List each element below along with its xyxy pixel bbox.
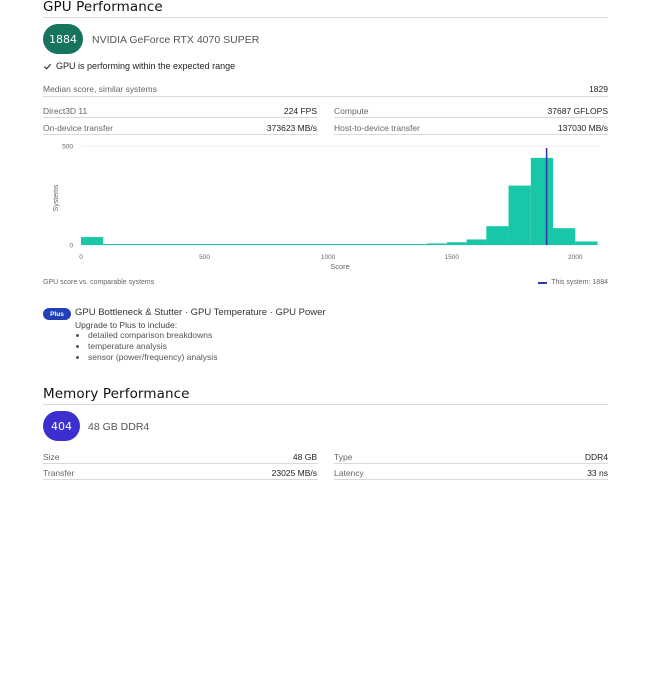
histogram-bar xyxy=(553,228,576,245)
histogram-bar xyxy=(575,241,598,245)
x-tick-label: 1500 xyxy=(444,254,459,261)
mem-divider-right-2 xyxy=(334,479,608,480)
y-tick-label: 500 xyxy=(62,144,73,151)
histogram-bar xyxy=(427,243,447,245)
chart-x-axis-label: Score xyxy=(330,262,350,271)
stat-value-direct3d: 224 FPS xyxy=(283,106,317,116)
mem-label-latency: Latency xyxy=(334,468,364,478)
x-tick-label: 1000 xyxy=(321,254,336,261)
mem-value-type: DDR4 xyxy=(584,452,608,462)
histogram-bar xyxy=(530,157,554,245)
mem-divider-left-1 xyxy=(43,463,318,464)
stat-divider-right-2 xyxy=(334,134,608,135)
stat-label-direct3d: Direct3D 11 xyxy=(43,106,88,116)
stat-label-compute: Compute xyxy=(334,106,369,116)
gpu-device-name: NVIDIA GeForce RTX 4070 SUPER xyxy=(92,34,260,46)
memory-score-badge: 404 xyxy=(43,411,80,441)
memory-title-divider xyxy=(43,404,608,405)
stat-label-host-to-device: Host-to-device transfer xyxy=(334,123,420,133)
stat-divider-left-2 xyxy=(43,134,318,135)
median-score-label: Median score, similar systems xyxy=(43,84,157,94)
list-item: sensor (power/frequency) analysis xyxy=(88,352,217,363)
histogram-bar xyxy=(81,237,104,245)
histogram-bar xyxy=(486,226,509,245)
median-divider xyxy=(43,96,608,97)
x-tick-label: 2000 xyxy=(568,254,583,261)
gpu-score-histogram: 0 500 1000 1500 2000 0 500 Systems Score xyxy=(53,144,600,271)
plus-feature-list: detailed comparison breakdowns temperatu… xyxy=(75,330,217,363)
check-icon xyxy=(43,63,52,70)
stat-label-on-device: On-device transfer xyxy=(43,123,113,133)
legend-label: This system: 1884 xyxy=(551,279,608,286)
mem-divider-left-2 xyxy=(43,479,318,480)
x-tick-label: 0 xyxy=(79,254,83,261)
mem-value-latency: 33 ns xyxy=(587,468,608,478)
list-item: temperature analysis xyxy=(88,341,217,352)
stat-value-on-device: 373623 MB/s xyxy=(266,123,317,133)
gpu-section-title: GPU Performance xyxy=(43,0,163,15)
memory-section-title: Memory Performance xyxy=(43,386,190,402)
plus-features-title: GPU Bottleneck & Stutter · GPU Temperatu… xyxy=(75,307,326,318)
stat-value-host-to-device: 137030 MB/s xyxy=(557,123,608,133)
plus-upgrade-text: Upgrade to Plus to include: xyxy=(75,320,178,330)
histogram-bar xyxy=(508,185,531,245)
x-tick-label: 500 xyxy=(199,254,210,261)
histogram-bar xyxy=(446,242,467,245)
y-tick-label: 0 xyxy=(69,243,73,250)
stat-divider-left-1 xyxy=(43,117,318,118)
legend-line-icon xyxy=(538,281,548,284)
memory-device-name: 48 GB DDR4 xyxy=(88,421,150,433)
gpu-status-text: GPU is performing within the expected ra… xyxy=(56,61,236,71)
histogram-bar xyxy=(103,244,427,245)
gpu-status: GPU is performing within the expected ra… xyxy=(43,61,235,71)
chart-legend: This system: 1884 xyxy=(538,279,608,286)
histogram-bar xyxy=(466,239,487,245)
gpu-score-badge: 1884 xyxy=(43,24,83,54)
stat-value-compute: 37687 GFLOPS xyxy=(547,106,608,116)
mem-label-type: Type xyxy=(334,452,353,462)
mem-value-size: 48 GB xyxy=(292,452,317,462)
mem-divider-right-1 xyxy=(334,463,608,464)
gpu-title-divider xyxy=(43,17,608,18)
chart-caption: GPU score vs. comparable systems xyxy=(43,279,155,286)
list-item: detailed comparison breakdowns xyxy=(88,330,217,341)
mem-value-transfer: 23025 MB/s xyxy=(271,468,317,478)
mem-label-transfer: Transfer xyxy=(43,468,75,478)
median-score-value: 1829 xyxy=(589,84,608,94)
plus-badge[interactable]: Plus xyxy=(43,308,71,320)
chart-y-axis-label: Systems xyxy=(53,184,60,211)
mem-label-size: Size xyxy=(43,452,60,462)
stat-divider-right-1 xyxy=(334,117,608,118)
